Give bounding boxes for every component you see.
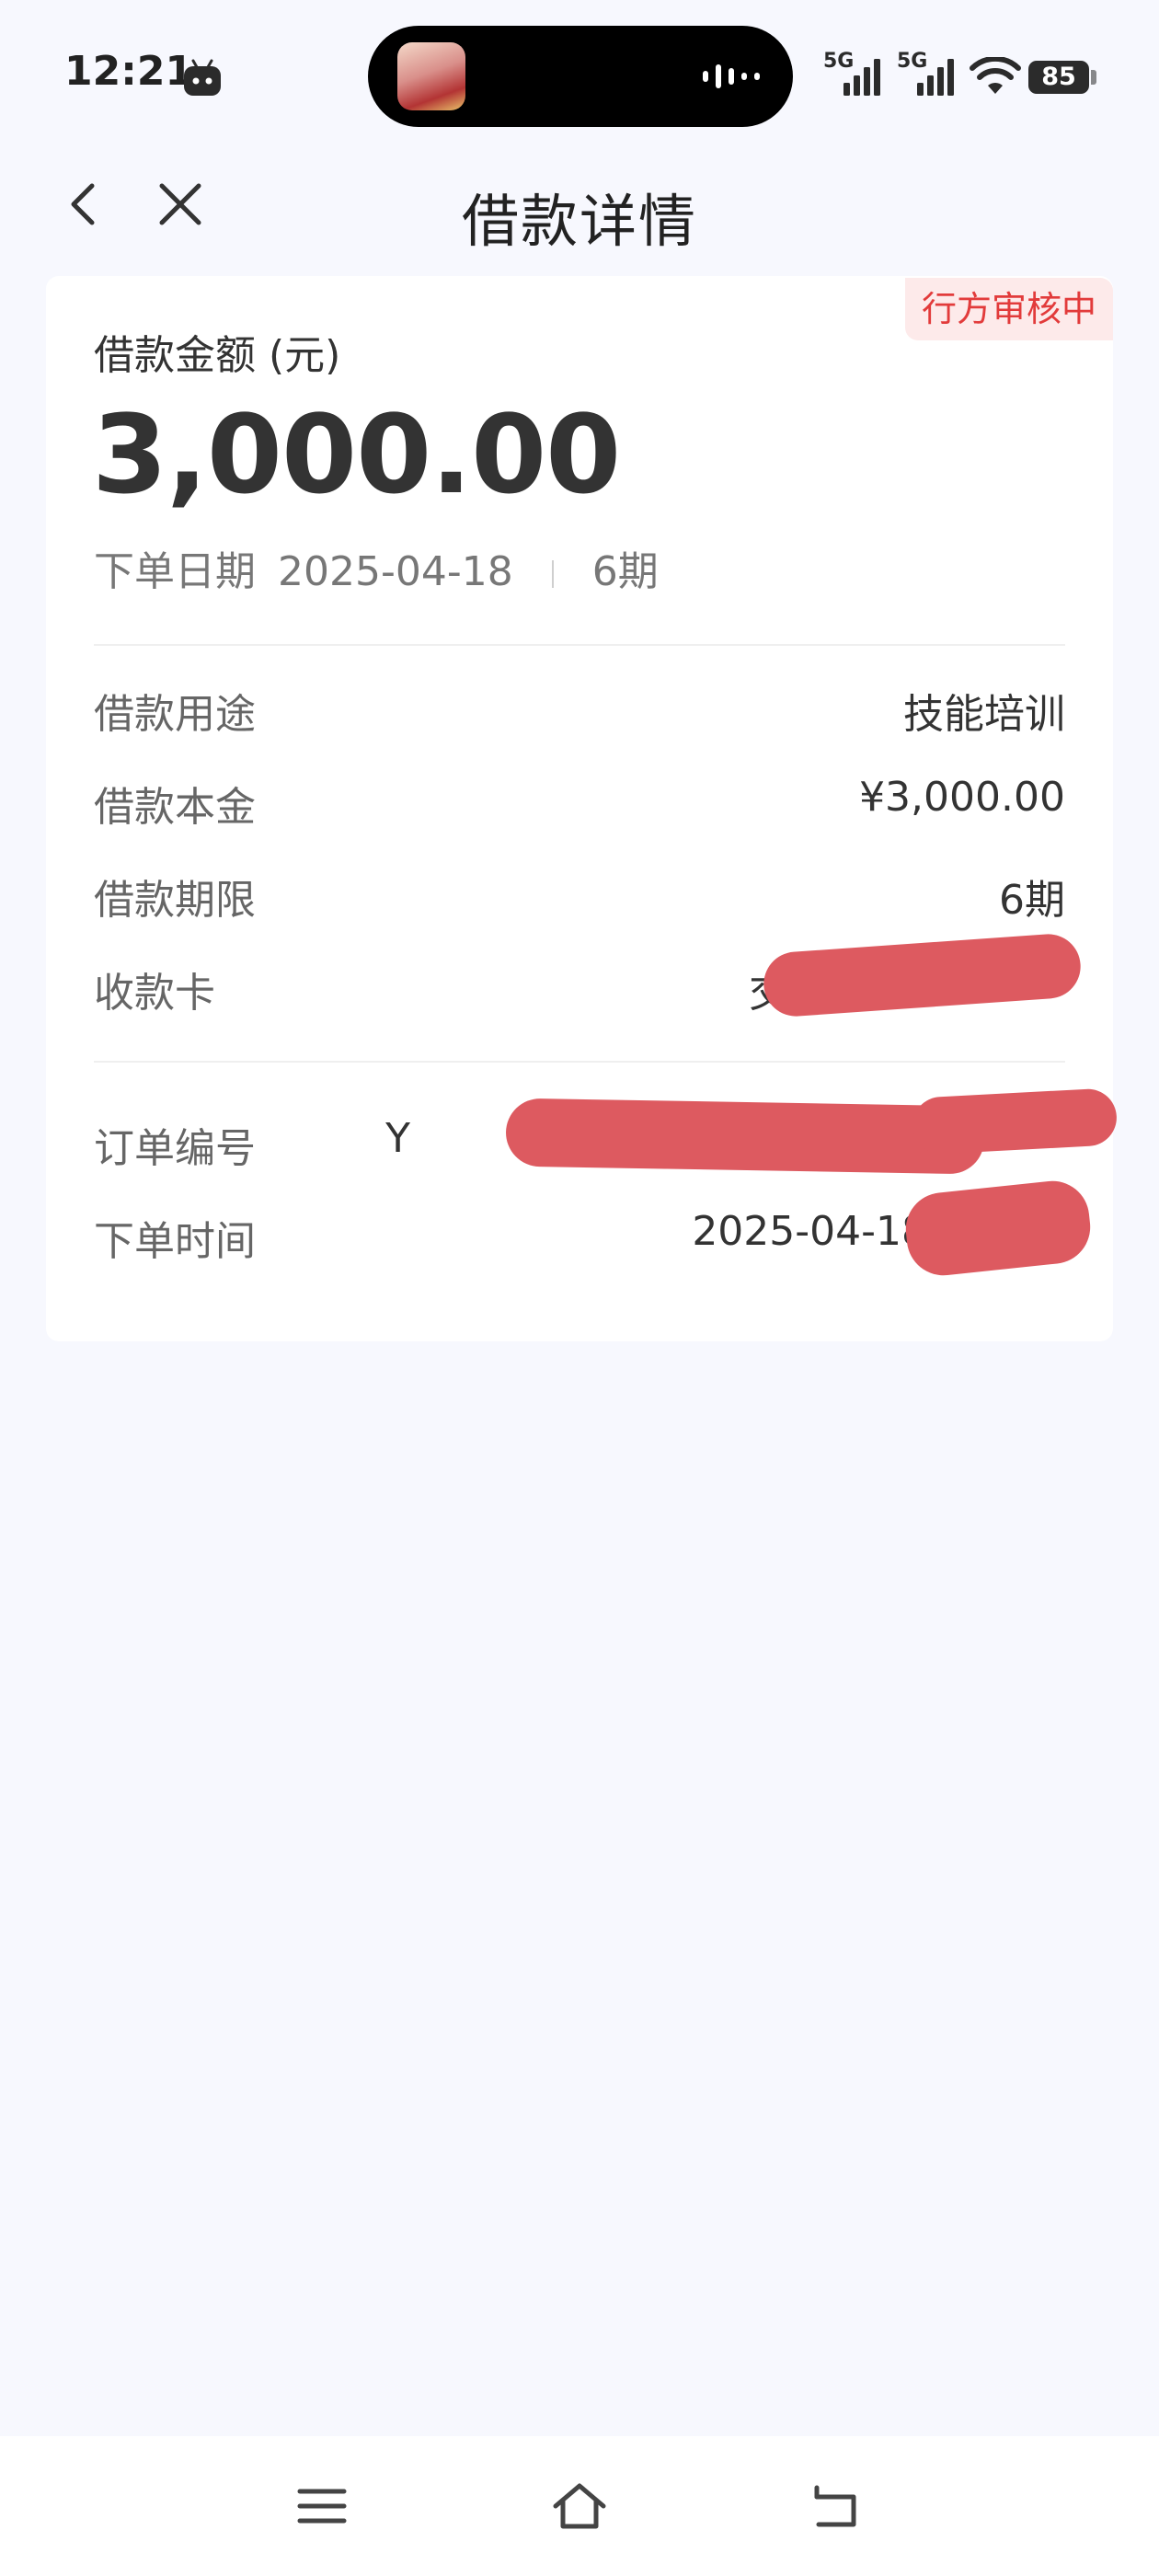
detail-row-purpose: 借款用途 技能培训: [94, 681, 1065, 745]
home-icon[interactable]: [550, 2477, 609, 2536]
dynamic-island[interactable]: [368, 26, 793, 127]
menu-icon[interactable]: [293, 2477, 351, 2536]
redaction-mark: [505, 1098, 985, 1175]
battery-cap: [1091, 70, 1096, 85]
order-date-value: 2025-04-18: [278, 548, 513, 595]
wifi-icon: [970, 55, 1021, 99]
detail-label: 借款本金: [94, 784, 256, 831]
screen: 12:21 5G 5G 85 借款详情 行方审核中 借款金额 (元) 3,000…: [0, 0, 1159, 2576]
meta-divider: [551, 560, 554, 588]
detail-value: ¥3,000.00: [859, 774, 1065, 821]
navigation-bar: 借款详情: [0, 156, 1159, 258]
page-title: 借款详情: [461, 188, 697, 255]
detail-label: 订单编号: [94, 1125, 256, 1172]
detail-label: 收款卡: [94, 970, 215, 1017]
signal-label: 5G: [823, 50, 855, 73]
back-icon[interactable]: [808, 2477, 866, 2536]
detail-label: 借款期限: [94, 877, 256, 924]
status-time: 12:21: [64, 48, 194, 95]
battery-icon: 85: [1028, 61, 1089, 94]
divider: [94, 1061, 1065, 1063]
detail-value: 技能培训: [903, 691, 1065, 738]
status-bar: 12:21 5G 5G 85: [0, 0, 1159, 156]
detail-label: 下单时间: [94, 1218, 256, 1265]
detail-label: 借款用途: [94, 691, 256, 738]
detail-row-principal: 借款本金 ¥3,000.00: [94, 774, 1065, 838]
amount-label: 借款金额 (元): [94, 332, 341, 379]
amount-value: 3,000.00: [92, 391, 621, 518]
detail-value: 6期: [999, 877, 1065, 924]
periods-value: 6期: [591, 548, 659, 595]
voice-wave-icon: [701, 61, 765, 96]
order-date-label: 下单日期: [94, 548, 256, 595]
signal-label: 5G: [897, 50, 928, 73]
island-app-thumbnail: [397, 42, 465, 110]
detail-value: Y: [385, 1115, 410, 1162]
status-badge: 行方审核中: [904, 278, 1113, 340]
order-meta: 下单日期 2025-04-18 6期: [94, 538, 659, 597]
robot-notification-icon: [182, 59, 223, 101]
detail-row-term: 借款期限 6期: [94, 867, 1065, 931]
loan-detail-card: 行方审核中 借款金额 (元) 3,000.00 下单日期 2025-04-18 …: [46, 276, 1119, 1341]
divider: [94, 644, 1065, 646]
redaction-mark: [911, 1087, 1119, 1156]
system-navigation-bar: [0, 2436, 1159, 2576]
